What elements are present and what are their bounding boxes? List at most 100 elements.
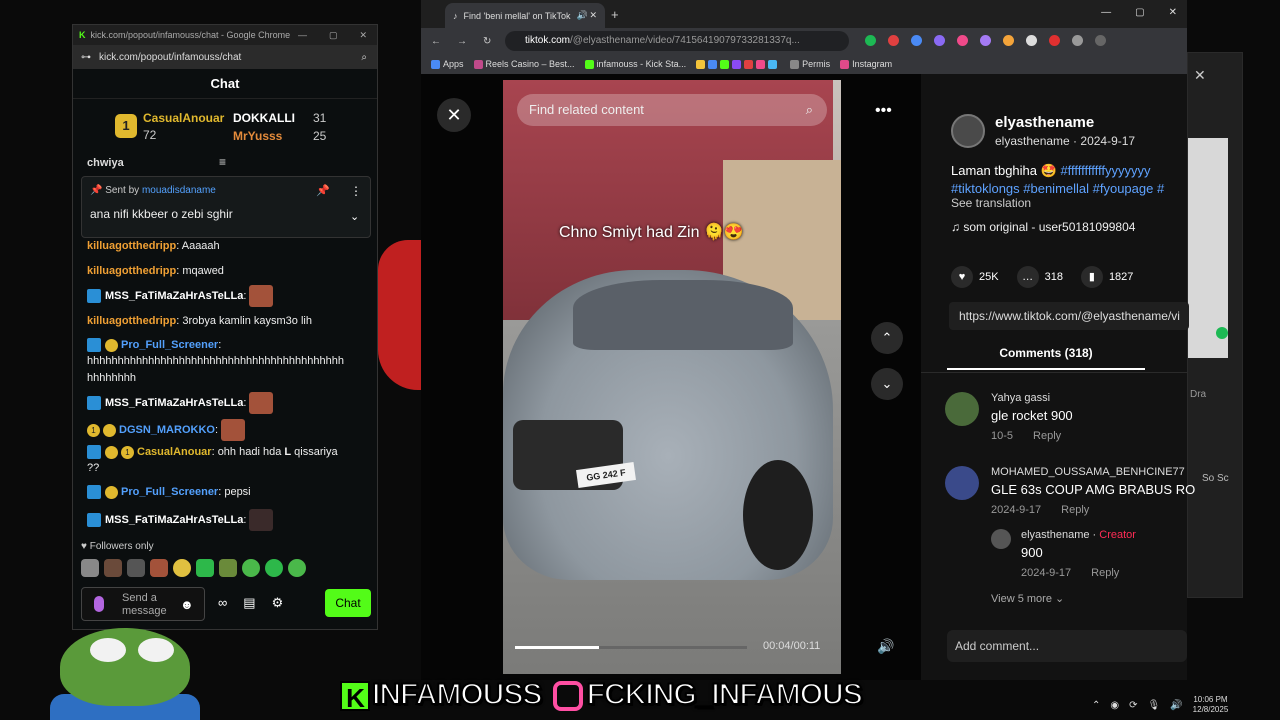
avatar[interactable] [991,529,1011,549]
url-bar[interactable]: tiktok.com/@elyasthename/video/741564190… [505,31,849,51]
speaker-icon[interactable]: 🔊 [1170,700,1182,711]
emote-icon[interactable] [127,559,145,577]
emote-icon[interactable] [219,559,237,577]
extensions-icon[interactable] [1072,35,1083,46]
extension-icon[interactable] [1026,35,1037,46]
emote-icon[interactable] [196,559,214,577]
reply-button[interactable]: Reply [1061,504,1089,516]
mic-icon[interactable]: 🎙 [1148,700,1161,711]
leader-name[interactable]: MrYusss [233,129,282,143]
see-translation-link[interactable]: See translation [951,196,1031,210]
new-tab-icon[interactable]: + [611,7,619,22]
emote-icon[interactable] [288,559,306,577]
search-input[interactable]: Find related content ⌕ [517,94,827,126]
sync-icon[interactable]: ⟳ [1129,700,1137,711]
leaderboard: 1 CasualAnouar 72 DOKKALLI 31 MrYusss 25… [73,99,377,169]
comment-author[interactable]: Yahya gassi [991,392,1050,404]
minimize-icon[interactable]: — [298,30,307,41]
infinity-icon[interactable]: ∞ [218,595,227,611]
store-icon[interactable]: ▤ [243,595,255,611]
tab-comments[interactable]: Comments (318) [947,346,1145,370]
extension-icon[interactable] [888,35,899,46]
close-button[interactable]: ✕ [437,98,471,132]
reply-button[interactable]: Reply [1091,567,1119,579]
close-icon[interactable]: ✕ [359,30,367,41]
leader-score: 25 [313,129,327,143]
rank-badge-icon: 1 [121,445,134,459]
comment-author[interactable]: MOHAMED_OUSSAMA_BENHCINE77 [991,466,1185,478]
volume-icon[interactable]: 🔊 [877,638,894,655]
comment-button[interactable]: … 318 [1016,266,1063,288]
maximize-icon[interactable]: ▢ [1135,7,1144,18]
extension-icon[interactable] [957,35,968,46]
bookmark-reels-casino[interactable]: Reels Casino – Best... [473,59,575,70]
emote-icon[interactable] [81,559,99,577]
bookmark-infamouss-kick[interactable]: infamouss - Kick Sta... [584,59,686,70]
avatar[interactable] [951,114,985,148]
forward-icon[interactable]: → [457,36,467,47]
address-bar[interactable]: ⊶ kick.com/popout/infamouss/chat ⌕ [73,45,377,69]
comment-author[interactable]: elyasthename · Creator [1021,529,1136,541]
extension-icon[interactable] [911,35,922,46]
minimize-icon[interactable]: — [1101,7,1111,18]
extension-icon[interactable] [1049,35,1060,46]
view-more-button[interactable]: View 5 more ⌄ [991,592,1064,605]
more-icon[interactable]: ••• [875,102,892,120]
avatar[interactable] [945,466,979,500]
bookmark-instagram[interactable]: Instagram [840,59,892,70]
bookmark-apps[interactable]: Apps [431,59,464,70]
chat-send-button[interactable]: Chat [325,589,371,617]
emoji-icon[interactable]: ☻ [180,597,194,612]
close-icon[interactable]: ✕ [1194,67,1206,84]
extension-icon[interactable] [865,35,876,46]
search-icon[interactable]: ⌕ [806,94,813,126]
chevron-down-icon[interactable]: ⌄ [350,210,359,223]
browser-tab[interactable]: ♪ Find 'beni mellal' on TikTok 🔊 ✕ [445,3,605,28]
chevron-up-icon[interactable]: ⌃ [1092,700,1100,711]
emote-icon[interactable] [265,559,283,577]
leader-name[interactable]: DOKKALLI [233,111,295,125]
video-link[interactable]: https://www.tiktok.com/@elyasthename/vi [949,302,1189,330]
extension-icon[interactable] [934,35,945,46]
add-comment-input[interactable]: Add comment... [947,630,1187,662]
save-button[interactable]: ▮ 1827 [1080,266,1133,288]
close-icon[interactable]: ✕ [1169,7,1177,18]
emote-icon[interactable] [104,559,122,577]
mic-icon[interactable] [94,596,104,612]
clock[interactable]: 10:06 PM 12/8/2025 [1193,695,1229,715]
maximize-icon[interactable]: ▢ [329,30,338,41]
video-frame[interactable]: GG 242 F Chno Smiyt had Zin 🫠😍 Find rela… [503,80,841,674]
zoom-icon[interactable]: ⌕ [361,52,367,63]
leader-name[interactable]: CasualAnouar [143,111,224,125]
close-tab-icon[interactable]: ✕ [589,10,597,21]
pin-icon[interactable]: 📌 [316,184,330,197]
back-icon[interactable]: ← [431,36,441,47]
bookmark-permis[interactable]: Permis [790,59,830,70]
music-link[interactable]: ♫ som original - user50181099804 [951,220,1135,234]
emote-icon[interactable] [242,559,260,577]
bookmark-icons[interactable] [696,59,780,70]
previous-video-button[interactable]: ⌃ [871,322,903,354]
gear-icon[interactable]: ⚙ [272,595,284,611]
next-video-button[interactable]: ⌄ [871,368,903,400]
filter-icon[interactable]: ≡ [219,155,226,169]
author-name[interactable]: elyasthename [995,114,1094,131]
extension-icon[interactable] [1003,35,1014,46]
reply-button[interactable]: Reply [1033,430,1061,442]
speaker-icon[interactable]: 🔊 [577,10,588,21]
like-button[interactable]: ♥ 25K [951,266,999,288]
emote-icon[interactable] [150,559,168,577]
profile-icon[interactable] [1095,35,1106,46]
more-icon[interactable]: ⋮ [350,184,362,198]
progress-fill [515,646,599,649]
discord-icon[interactable]: ◉ [1110,700,1119,711]
site-info-icon[interactable]: ⊶ [81,52,91,63]
car: GG 242 F [503,270,833,580]
emote-icon[interactable] [173,559,191,577]
toolbar: ← → ↻ tiktok.com/@elyasthename/video/74156… [421,28,1187,54]
reload-icon[interactable]: ↻ [483,36,491,47]
chat-input[interactable]: Send a message ☻ [81,587,205,621]
progress-bar[interactable] [515,646,747,649]
extension-icon[interactable] [980,35,991,46]
avatar[interactable] [945,392,979,426]
